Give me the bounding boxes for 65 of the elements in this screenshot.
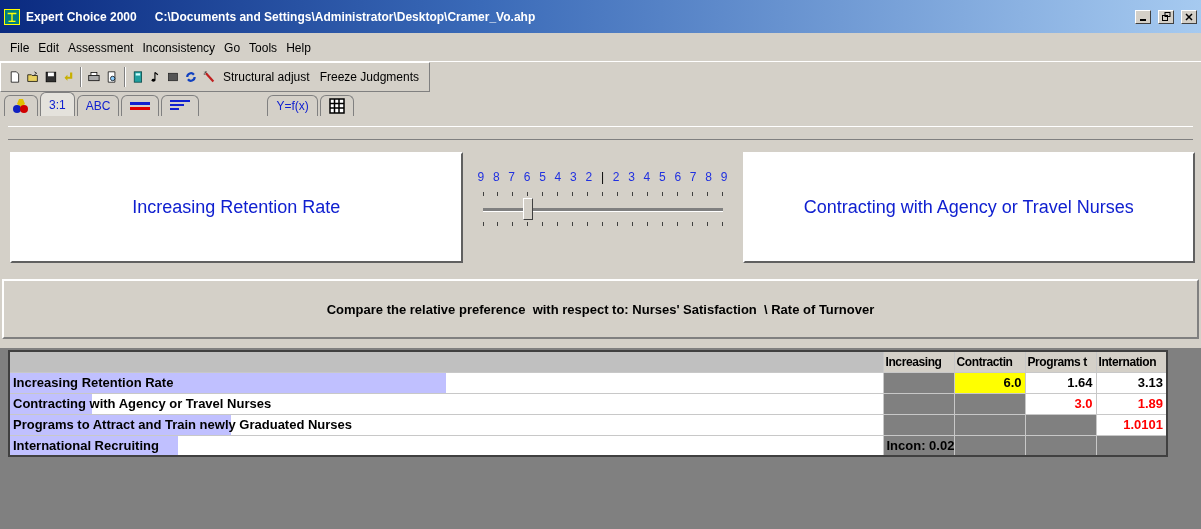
menu-item[interactable]: Go: [224, 41, 241, 55]
row-label: Increasing Retention Rate: [12, 375, 174, 390]
menu-item[interactable]: Inconsistency: [142, 41, 216, 55]
slider[interactable]: [482, 192, 723, 226]
comparison-prompt: Compare the relative preference with respect to: Nurses' Satisfaction \ Rate of Turnover: [2, 279, 1199, 339]
scale-label: 4: [643, 170, 651, 184]
tab[interactable]: [4, 95, 38, 116]
toolbar-button[interactable]: Structural adjust: [220, 70, 312, 84]
left-alternative: Increasing Retention Rate: [10, 152, 463, 263]
gems-icon: [13, 98, 29, 114]
menu-item[interactable]: Edit: [38, 41, 60, 55]
restore-icon: [1161, 12, 1171, 21]
scale-label: 2: [612, 170, 620, 184]
scale-label: 8: [705, 170, 712, 184]
scale-label: 4: [554, 170, 562, 184]
calculator-icon[interactable]: [131, 69, 144, 85]
scale-label: 2: [585, 170, 593, 184]
tab[interactable]: [319, 95, 354, 116]
row-label: International Recruiting: [12, 437, 159, 453]
tab[interactable]: Y=f(x): [267, 95, 318, 116]
open-folder-icon[interactable]: [26, 69, 39, 85]
refresh-icon[interactable]: [185, 69, 198, 85]
menu-item[interactable]: Tools: [249, 41, 278, 55]
file-path: C:\Documents and Settings\Administrator\Desktop\Cramer_Vo.ahp: [154, 9, 536, 24]
minimize-button[interactable]: [1135, 9, 1151, 24]
scale-label: 5: [659, 170, 666, 184]
row-label: Programs to Attract and Train newly Graduated Nurses: [12, 417, 353, 432]
scale-label: 3: [570, 170, 577, 184]
grid-icon: [328, 98, 345, 114]
menu-item[interactable]: Assessment: [68, 41, 134, 55]
magic-wand-icon[interactable]: [203, 69, 215, 85]
scale-label: 8: [492, 170, 500, 184]
scale-label: 5: [539, 170, 546, 184]
scale-label: 9: [720, 170, 728, 184]
scale-label: 7: [689, 170, 697, 184]
close-button[interactable]: [1181, 9, 1197, 24]
tab[interactable]: 3:1: [40, 92, 75, 116]
bars-icon: [170, 99, 191, 113]
row-label: Contracting with Agency or Travel Nurses: [12, 396, 272, 411]
slider-thumb[interactable]: [522, 198, 533, 220]
minimize-icon: [1140, 18, 1146, 21]
scale-label: 9: [477, 170, 485, 184]
scale-label: 7: [508, 170, 516, 184]
column-header: Contractin: [954, 351, 1025, 372]
new-file-icon[interactable]: [9, 69, 21, 85]
scale-label: 6: [523, 170, 531, 184]
app-icon: [4, 8, 20, 25]
scale-label: |: [600, 170, 604, 184]
menu-item[interactable]: File: [10, 41, 30, 55]
scale-label: 3: [628, 170, 635, 184]
right-alternative: Contracting with Agency or Travel Nurses: [742, 152, 1195, 263]
toolbar-button[interactable]: Freeze Judgments: [317, 70, 422, 84]
print-preview-icon[interactable]: [106, 69, 118, 85]
tab[interactable]: [161, 95, 200, 116]
scale-label: 6: [674, 170, 682, 184]
column-header: Programs t: [1025, 351, 1096, 372]
tab[interactable]: ABC: [76, 95, 120, 116]
close-icon: [1185, 12, 1193, 21]
column-header: Internation: [1096, 351, 1167, 372]
column-header: Increasing: [883, 351, 954, 372]
tab[interactable]: [121, 95, 160, 116]
stripes-icon: [130, 99, 151, 113]
menu-item[interactable]: Help: [286, 41, 311, 55]
restore-button[interactable]: [1158, 9, 1174, 24]
app-name: Expert Choice 2000: [26, 9, 137, 24]
